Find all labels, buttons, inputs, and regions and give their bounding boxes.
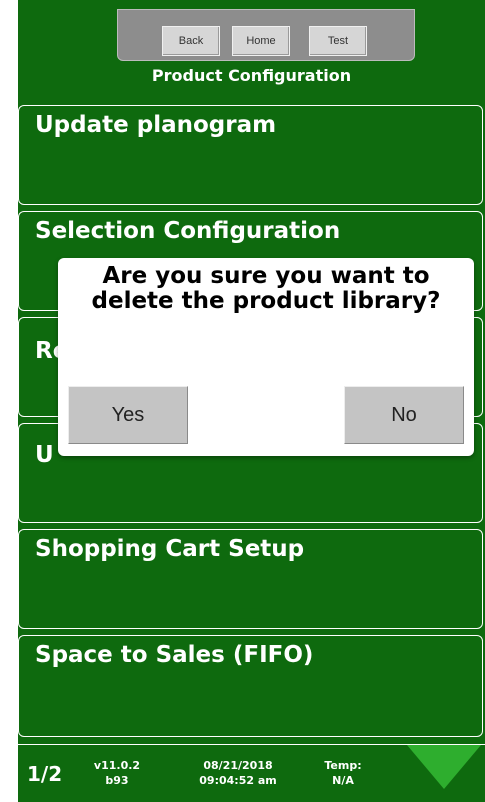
no-button[interactable]: No [344, 386, 464, 444]
version-text: v11.0.2 [93, 759, 141, 772]
dialog-message: Are you sure you want to delete the prod… [91, 263, 441, 314]
confirm-delete-dialog: Are you sure you want to delete the prod… [58, 258, 474, 456]
top-nav-panel: Back Home Test [117, 9, 415, 61]
status-footer: 1/2 v11.0.2 b93 08/21/2018 09:04:52 am T… [18, 744, 485, 802]
temp-value: N/A [332, 774, 354, 787]
date-text: 08/21/2018 [203, 759, 273, 772]
menu-item-label: Shopping Cart Setup [35, 536, 305, 562]
back-button[interactable]: Back [162, 26, 220, 56]
menu-item-label: U [35, 442, 54, 468]
menu-item-label: Selection Configuration [35, 218, 341, 244]
menu-item-shopping-cart-setup[interactable]: Shopping Cart Setup [18, 529, 483, 629]
page-title: Product Configuration [151, 66, 352, 85]
yes-button[interactable]: Yes [68, 386, 188, 444]
kiosk-screen: Back Home Test Product Configuration Upd… [18, 0, 485, 802]
test-button[interactable]: Test [309, 26, 367, 56]
temp-label: Temp: [324, 759, 362, 772]
menu-item-label: Space to Sales (FIFO) [35, 642, 314, 668]
home-button[interactable]: Home [232, 26, 290, 56]
temperature-info: Temp: N/A [313, 758, 373, 788]
build-text: b93 [105, 774, 129, 787]
menu-item-label: Update planogram [35, 112, 277, 138]
version-info: v11.0.2 b93 [84, 758, 150, 788]
menu-item-update-planogram[interactable]: Update planogram [18, 105, 483, 205]
scroll-down-arrow-icon[interactable] [407, 745, 481, 789]
datetime-info: 08/21/2018 09:04:52 am [183, 758, 293, 788]
page-indicator: 1/2 [27, 762, 63, 786]
menu-item-space-to-sales[interactable]: Space to Sales (FIFO) [18, 635, 483, 737]
time-text: 09:04:52 am [199, 774, 277, 787]
